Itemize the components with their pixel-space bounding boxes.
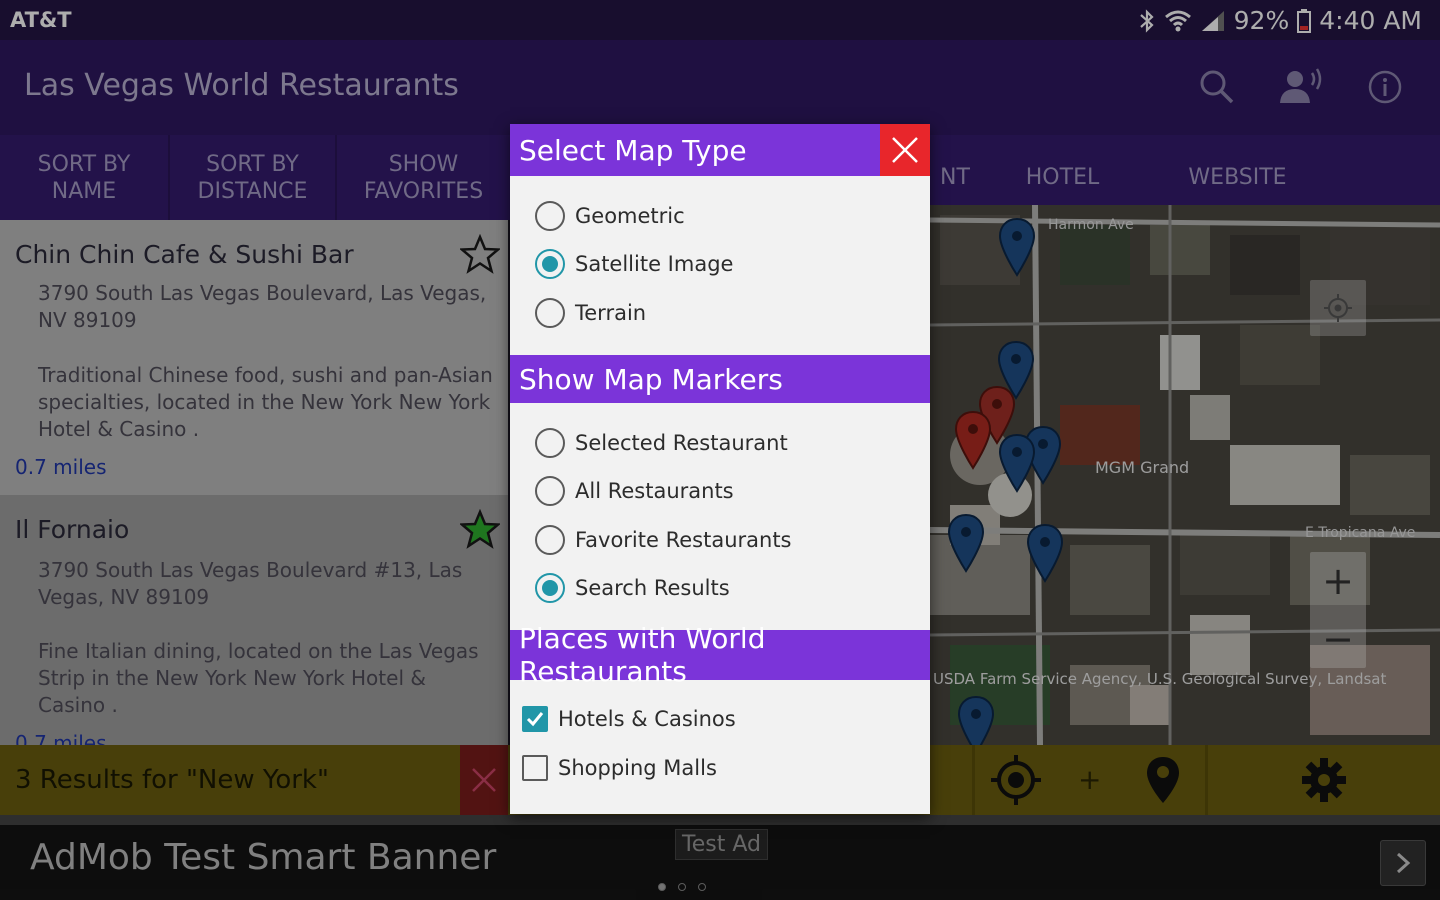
radio-satellite-image[interactable]: Satellite Image: [535, 249, 733, 279]
map-settings-dialog: Select Map Type Geometric Satellite Imag…: [510, 124, 930, 814]
radio-button[interactable]: [535, 476, 565, 506]
option-label: Shopping Malls: [558, 756, 717, 780]
section-header-places: Places with World Restaurants: [510, 622, 930, 688]
radio-favorite-restaurants[interactable]: Favorite Restaurants: [535, 525, 792, 555]
checkbox-shopping-malls[interactable]: Shopping Malls: [522, 753, 717, 783]
section-header-markers: Show Map Markers: [510, 355, 930, 403]
radio-all-restaurants[interactable]: All Restaurants: [535, 476, 734, 506]
checkbox[interactable]: [522, 706, 548, 732]
section-title: Show Map Markers: [519, 362, 783, 396]
radio-button[interactable]: [535, 249, 565, 279]
radio-button[interactable]: [535, 573, 565, 603]
option-label: Satellite Image: [575, 252, 734, 276]
option-label: Search Results: [575, 576, 730, 600]
close-dialog-button[interactable]: [880, 124, 930, 176]
option-label: Favorite Restaurants: [575, 528, 792, 552]
radio-geometric[interactable]: Geometric: [535, 201, 685, 231]
section-header-map-type: Select Map Type: [510, 124, 930, 176]
radio-button[interactable]: [535, 525, 565, 555]
radio-terrain[interactable]: Terrain: [535, 298, 646, 328]
checkmark-icon: [526, 712, 544, 727]
option-label: Terrain: [575, 301, 647, 325]
close-icon: [892, 137, 918, 163]
radio-search-results[interactable]: Search Results: [535, 573, 730, 603]
radio-button[interactable]: [535, 201, 565, 231]
radio-button[interactable]: [535, 428, 565, 458]
option-label: All Restaurants: [575, 479, 734, 503]
option-label: Hotels & Casinos: [558, 707, 736, 731]
radio-button[interactable]: [535, 298, 565, 328]
checkbox-hotels-casinos[interactable]: Hotels & Casinos: [522, 704, 736, 734]
option-label: Selected Restaurant: [575, 431, 788, 455]
radio-selected-restaurant[interactable]: Selected Restaurant: [535, 428, 788, 458]
section-title: Select Map Type: [519, 133, 747, 167]
checkbox[interactable]: [522, 755, 548, 781]
section-title: Places with World Restaurants: [519, 622, 766, 688]
option-label: Geometric: [575, 204, 685, 228]
